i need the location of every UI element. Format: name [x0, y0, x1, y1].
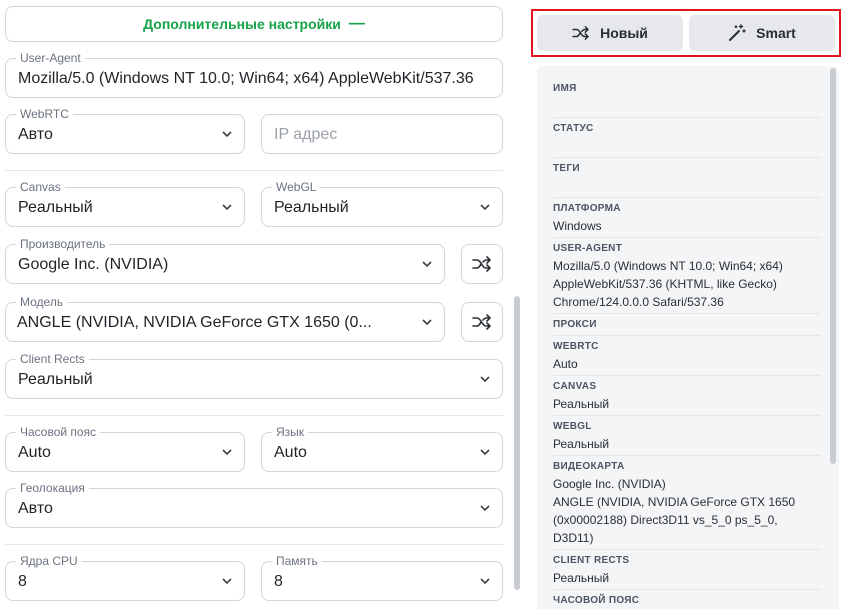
randomize-model-button[interactable] [461, 302, 503, 342]
summary-gpu: ВИДЕОКАРТА Google Inc. (NVIDIA) ANGLE (N… [553, 461, 796, 545]
shuffle-icon [472, 256, 491, 272]
summary-webgl: WEBGL Реальный [553, 421, 610, 451]
divider [553, 237, 821, 238]
settings-form: Дополнительные настройки — User-Agent Mo… [0, 0, 512, 609]
form-scrollbar[interactable] [514, 296, 520, 590]
collapse-icon: — [348, 15, 365, 32]
divider [553, 313, 821, 314]
webgl-value: Реальный [274, 199, 349, 216]
webrtc-value: Авто [18, 126, 53, 143]
divider [553, 415, 821, 416]
vendor-value: Google Inc. (NVIDIA) [18, 256, 169, 273]
geolocation-select[interactable]: Геолокация Авто [5, 481, 503, 528]
cpu-cores-value: 8 [18, 573, 27, 590]
divider [553, 117, 821, 118]
summary-webrtc: WEBRTC Auto [553, 341, 599, 371]
summary-tags: ТЕГИ [553, 163, 580, 174]
language-value: Auto [274, 444, 307, 461]
ip-address-placeholder: IP адрес [274, 126, 338, 143]
chevron-down-icon [222, 131, 232, 138]
timezone-value: Auto [18, 444, 51, 461]
summary-timezone: ЧАСОВОЙ ПОЯС [553, 595, 640, 606]
summary-scrollbar[interactable] [830, 68, 836, 464]
new-fingerprint-label: Новый [600, 25, 648, 41]
divider [553, 455, 821, 456]
smart-fingerprint-button[interactable]: Smart [689, 15, 835, 51]
vendor-select[interactable]: Производитель Google Inc. (NVIDIA) [5, 237, 445, 284]
divider [553, 549, 821, 550]
cpu-cores-select[interactable]: Ядра CPU 8 [5, 554, 245, 601]
model-select[interactable]: Модель ANGLE (NVIDIA, NVIDIA GeForce GTX… [5, 295, 445, 342]
webgl-select[interactable]: WebGL Реальный [261, 180, 503, 227]
memory-value: 8 [274, 573, 283, 590]
shuffle-icon [472, 314, 491, 330]
timezone-select[interactable]: Часовой пояс Auto [5, 425, 245, 472]
chevron-down-icon [222, 578, 232, 585]
chevron-down-icon [222, 204, 232, 211]
summary-client-rects: CLIENT RECTS Реальный [553, 555, 630, 585]
model-value: ANGLE (NVIDIA, NVIDIA GeForce GTX 1650 (… [17, 314, 372, 331]
divider [553, 589, 821, 590]
chevron-down-icon [480, 449, 490, 456]
summary-user-agent: USER-AGENT Mozilla/5.0 (Windows NT 10.0;… [553, 243, 783, 309]
webrtc-select[interactable]: WebRTC Авто [5, 107, 245, 154]
summary-proxy: ПРОКСИ [553, 319, 597, 330]
randomize-vendor-button[interactable] [461, 244, 503, 284]
memory-select[interactable]: Память 8 [261, 554, 503, 601]
divider [553, 197, 821, 198]
divider [553, 157, 821, 158]
user-agent-field[interactable]: User-Agent Mozilla/5.0 (Windows NT 10.0;… [5, 51, 503, 98]
client-rects-value: Реальный [18, 371, 93, 388]
shuffle-icon [572, 26, 589, 40]
summary-status: СТАТУС [553, 123, 594, 134]
chevron-down-icon [222, 449, 232, 456]
chevron-down-icon [422, 319, 432, 326]
profile-actions: Новый Smart [531, 9, 841, 57]
chevron-down-icon [422, 261, 432, 268]
magic-wand-icon [729, 24, 746, 41]
language-select[interactable]: Язык Auto [261, 425, 503, 472]
user-agent-value: Mozilla/5.0 (Windows NT 10.0; Win64; x64… [18, 70, 474, 87]
divider [5, 170, 503, 171]
canvas-value: Реальный [18, 199, 93, 216]
chevron-down-icon [480, 376, 490, 383]
divider [5, 415, 503, 416]
chevron-down-icon [480, 505, 490, 512]
advanced-settings-label: Дополнительные настройки [143, 16, 341, 32]
smart-fingerprint-label: Smart [756, 25, 796, 41]
new-fingerprint-button[interactable]: Новый [537, 15, 683, 51]
client-rects-select[interactable]: Client Rects Реальный [5, 352, 503, 399]
summary-canvas: CANVAS Реальный [553, 381, 610, 411]
chevron-down-icon [480, 204, 490, 211]
divider [553, 335, 821, 336]
canvas-select[interactable]: Canvas Реальный [5, 180, 245, 227]
geolocation-value: Авто [18, 500, 53, 517]
ip-address-input[interactable]: IP адрес [261, 114, 503, 154]
advanced-settings-toggle[interactable]: Дополнительные настройки — [5, 6, 503, 42]
divider [553, 375, 821, 376]
divider [5, 544, 503, 545]
summary-name: ИМЯ [553, 83, 577, 94]
summary-platform: ПЛАТФОРМА Windows [553, 203, 621, 233]
chevron-down-icon [480, 578, 490, 585]
